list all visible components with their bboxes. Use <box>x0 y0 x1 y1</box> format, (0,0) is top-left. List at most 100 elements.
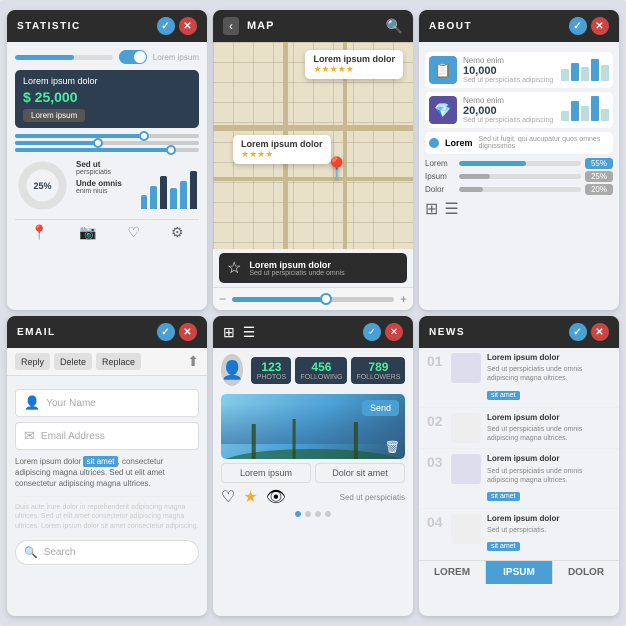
social-header: ⊞ ☰ ✓ ✕ <box>213 316 413 348</box>
grid-icon[interactable]: ⊞ <box>425 199 438 219</box>
news-desc-2: Sed ut perspiciatis unde omnis adipiscin… <box>487 425 611 443</box>
app-grid: STATISTIC ✓ ✕ Lorem ipsum Lorem ipsum do… <box>0 0 626 626</box>
lorem-label: Lorem ipsum <box>153 53 199 62</box>
slider-track-3[interactable] <box>15 148 199 152</box>
about-controls: ✓ ✕ <box>569 17 609 35</box>
news-item-1: 01 Lorem ipsum dolor Sed ut perspiciatis… <box>419 348 619 408</box>
widget-map: ‹ MAP 🔍 Lorem ipsum dolor ★★★★★ Lorem ip… <box>213 10 413 310</box>
news-badge-4: sit amet <box>487 542 520 551</box>
statistic-check-btn[interactable]: ✓ <box>157 17 175 35</box>
about-row-3: Lorem Sed ut fugit, qui aucupatur quos o… <box>425 132 613 154</box>
map-search-icon[interactable]: 🔍 <box>386 18 403 35</box>
social-action-icons: ♡ ★ 👁 <box>221 487 286 507</box>
social-header-icons: ⊞ ☰ <box>223 324 255 341</box>
map-minus-btn[interactable]: − <box>219 292 226 306</box>
toggle-switch[interactable] <box>119 50 147 64</box>
widget-email: EMAIL ✓ ✕ Reply Delete Replace ⬆ 👤 Your … <box>7 316 207 616</box>
about-lorem-desc: Sed ut fugit, qui aucupatur quos omnes d… <box>479 136 609 150</box>
bar-6 <box>190 162 197 209</box>
about-check-btn[interactable]: ✓ <box>569 17 587 35</box>
delete-btn[interactable]: Delete <box>54 353 92 370</box>
upload-icon[interactable]: ⬆ <box>187 353 199 370</box>
email-divider <box>15 496 199 497</box>
followers-label: FOLLOWERS <box>356 374 400 381</box>
map-plus-btn[interactable]: + <box>400 292 407 306</box>
star-action-icon[interactable]: ★ <box>243 487 257 507</box>
delete-image-icon[interactable]: 🗑 <box>385 440 400 454</box>
user-icon: 👤 <box>24 395 40 411</box>
news-content-2: Lorem ipsum dolor Sed ut perspiciatis un… <box>487 413 611 444</box>
news-desc-1: Sed ut perspiciatis unde omnis adipiscin… <box>487 365 611 383</box>
replace-btn[interactable]: Replace <box>96 353 141 370</box>
news-check-btn[interactable]: ✓ <box>569 323 587 341</box>
email-search-bar[interactable]: 🔍 Search <box>15 540 199 565</box>
camera-icon[interactable]: 📷 <box>79 224 96 241</box>
social-close-btn[interactable]: ✕ <box>385 323 403 341</box>
photos-stat: 123 PHOTOS <box>251 357 291 384</box>
news-num-1: 01 <box>427 353 445 369</box>
eye-action-icon[interactable]: 👁 <box>266 487 286 507</box>
email-controls: ✓ ✕ <box>157 323 197 341</box>
news-item-3: 03 Lorem ipsum dolor Sed ut perspiciatis… <box>419 449 619 509</box>
grid-header-icon[interactable]: ⊞ <box>223 324 235 341</box>
email-address-field[interactable]: ✉ Email Address <box>15 422 199 450</box>
about-sub-2: Sed ut perspiciatis adipiscing <box>463 117 555 124</box>
map-title: MAP <box>247 20 274 32</box>
email-name-field[interactable]: 👤 Your Name <box>15 389 199 417</box>
dot-4[interactable] <box>325 511 331 517</box>
list-icon[interactable]: ☰ <box>444 199 458 219</box>
mail-icon: ✉ <box>24 428 35 444</box>
hero-amount: $ 25,000 <box>23 89 191 105</box>
news-footer-lorem[interactable]: LOREM <box>419 561 486 584</box>
prog-pct-2: 25% <box>585 171 613 182</box>
email-form: 👤 Your Name ✉ Email Address Lorem ipsum … <box>7 376 207 573</box>
about-progress: Lorem 55% Ipsum 25% Dolor <box>425 158 613 195</box>
dot-1[interactable] <box>295 511 301 517</box>
social-check-btn[interactable]: ✓ <box>363 323 381 341</box>
news-close-btn[interactable]: ✕ <box>591 323 609 341</box>
news-footer-ipsum[interactable]: IPSUM <box>486 561 553 584</box>
gear-icon[interactable]: ⚙ <box>171 224 184 241</box>
about-text-1: Nemo enim 10,000 Sed ut perspiciatis adi… <box>463 56 555 84</box>
statistic-close-btn[interactable]: ✕ <box>179 17 197 35</box>
news-footer-dolor[interactable]: DOLOR <box>553 561 619 584</box>
news-title-2: Lorem ipsum dolor <box>487 413 611 423</box>
social-btn-2[interactable]: Dolor sit amet <box>315 463 405 483</box>
map-area: Lorem ipsum dolor ★★★★★ Lorem ipsum dolo… <box>213 42 413 249</box>
social-btn-1[interactable]: Lorem ipsum <box>221 463 311 483</box>
email-close-btn[interactable]: ✕ <box>179 323 197 341</box>
dot-2[interactable] <box>305 511 311 517</box>
list-header-icon[interactable]: ☰ <box>243 324 256 341</box>
news-content-4: Lorem ipsum dolor Sed ut perspiciatis. s… <box>487 514 611 553</box>
about-radio[interactable] <box>429 138 439 148</box>
prog-label-ipsum: Ipsum <box>425 172 455 181</box>
dot-3[interactable] <box>315 511 321 517</box>
email-check-btn[interactable]: ✓ <box>157 323 175 341</box>
map-bottom-bar: − + <box>213 287 413 310</box>
map-slider[interactable] <box>232 297 394 302</box>
about-label-2: Nemo enim <box>463 96 555 105</box>
label-sed: Sed ut <box>76 160 133 169</box>
location-icon[interactable]: 📍 <box>31 224 48 241</box>
about-close-btn[interactable]: ✕ <box>591 17 609 35</box>
reply-btn[interactable]: Reply <box>15 353 50 370</box>
hero-btn[interactable]: Lorem ipsum <box>23 109 85 122</box>
following-num: 456 <box>300 360 342 374</box>
label-unde: Unde omnis <box>76 179 133 188</box>
map-popup-1: Lorem ipsum dolor ★★★★★ <box>305 50 403 79</box>
slider-track-1[interactable] <box>15 134 199 138</box>
about-value-1: 10,000 <box>463 65 555 77</box>
news-title-1: Lorem ipsum dolor <box>487 353 611 363</box>
info-card-desc: Sed ut perspiciatis unde omnis <box>249 270 344 277</box>
road-h2 <box>213 177 413 181</box>
heart-action-icon[interactable]: ♡ <box>221 487 235 507</box>
about-text-2: Nemo enim 20,000 Sed ut perspiciatis adi… <box>463 96 555 124</box>
news-badge-1: sit amet <box>487 391 520 400</box>
map-back-btn[interactable]: ‹ <box>223 17 239 35</box>
send-btn[interactable]: Send <box>362 400 399 416</box>
photos-num: 123 <box>256 360 286 374</box>
statistic-body: Lorem ipsum Lorem ipsum dolor $ 25,000 L… <box>7 42 207 310</box>
heart-icon[interactable]: ♡ <box>127 224 140 241</box>
about-row-2: 💎 Nemo enim 20,000 Sed ut perspiciatis a… <box>425 92 613 128</box>
prog-track-2 <box>459 174 581 179</box>
